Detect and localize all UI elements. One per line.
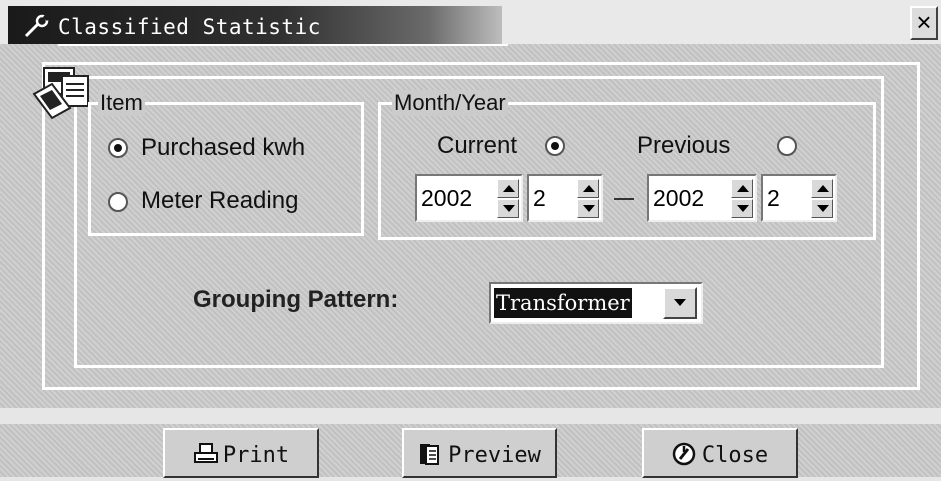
- from-month-value[interactable]: 2: [533, 185, 546, 212]
- close-circle-icon: [672, 442, 696, 466]
- to-year-up-button[interactable]: [731, 179, 753, 198]
- range-separator: [614, 198, 634, 200]
- to-month-up-button[interactable]: [811, 179, 833, 198]
- preview-button-content: Preview: [404, 442, 555, 468]
- to-month-value[interactable]: 2: [767, 185, 780, 212]
- from-year-down-button[interactable]: [497, 199, 519, 218]
- from-month-spinner[interactable]: 2: [527, 174, 603, 222]
- from-year-value[interactable]: 2002: [421, 185, 472, 212]
- item-group-label: Item: [98, 90, 145, 116]
- to-month-down-button[interactable]: [811, 199, 833, 218]
- arrow-up-icon: [583, 185, 595, 192]
- print-button[interactable]: Print: [163, 428, 319, 478]
- from-year-spinner[interactable]: 2002: [415, 174, 523, 222]
- arrow-down-icon: [503, 205, 515, 212]
- arrow-down-icon: [737, 205, 749, 212]
- chevron-down-icon: [674, 299, 686, 306]
- print-button-content: Print: [165, 442, 317, 468]
- grouping-dropdown-button[interactable]: [663, 287, 697, 319]
- to-year-value[interactable]: 2002: [653, 185, 704, 212]
- from-year-spin-buttons: [497, 179, 519, 219]
- close-button[interactable]: Close: [642, 428, 798, 478]
- from-month-up-button[interactable]: [577, 179, 599, 198]
- grouping-pattern-combobox[interactable]: Transformer: [489, 282, 703, 324]
- close-button-content: Close: [644, 442, 796, 468]
- preview-button-label: Preview: [448, 443, 541, 468]
- current-label[interactable]: Current: [437, 132, 517, 160]
- print-button-label: Print: [222, 443, 290, 468]
- arrow-up-icon: [737, 185, 749, 192]
- title-bar: Classified Statistic ×: [0, 0, 941, 46]
- item-group: [88, 102, 364, 236]
- purchased-kwh-label[interactable]: Purchased kwh: [141, 134, 305, 162]
- title-underline: [58, 44, 508, 46]
- classified-statistic-window: Classified Statistic × Item Purchased kw…: [0, 0, 941, 481]
- arrow-up-icon: [817, 185, 829, 192]
- current-radio[interactable]: [545, 136, 565, 156]
- from-year-up-button[interactable]: [497, 179, 519, 198]
- window-title: Classified Statistic: [58, 15, 321, 39]
- close-button-label: Close: [701, 443, 769, 468]
- preview-pages-icon: [420, 444, 440, 465]
- to-year-down-button[interactable]: [731, 199, 753, 218]
- purchased-kwh-radio[interactable]: [108, 138, 128, 158]
- arrow-up-icon: [503, 185, 515, 192]
- to-year-spinner[interactable]: 2002: [647, 174, 757, 222]
- from-month-spin-buttons: [577, 179, 599, 219]
- to-month-spinner[interactable]: 2: [761, 174, 837, 222]
- report-forms-icon: [32, 67, 89, 120]
- arrow-down-icon: [583, 205, 595, 212]
- to-year-spin-buttons: [731, 179, 753, 219]
- wrench-icon: [24, 14, 50, 38]
- grouping-pattern-value[interactable]: Transformer: [493, 287, 633, 319]
- printer-icon: [193, 443, 218, 463]
- meter-reading-radio[interactable]: [108, 192, 128, 212]
- preview-button[interactable]: Preview: [402, 428, 557, 478]
- month-year-group-label: Month/Year: [392, 90, 508, 116]
- grouping-pattern-label: Grouping Pattern:: [193, 286, 399, 313]
- arrow-down-icon: [817, 205, 829, 212]
- meter-reading-label[interactable]: Meter Reading: [141, 187, 298, 215]
- window-close-button[interactable]: ×: [910, 6, 938, 40]
- previous-label[interactable]: Previous: [637, 132, 730, 160]
- button-bar-divider: [0, 408, 941, 424]
- to-month-spin-buttons: [811, 179, 833, 219]
- title-box: Classified Statistic: [8, 6, 508, 46]
- from-month-down-button[interactable]: [577, 199, 599, 218]
- previous-radio[interactable]: [777, 136, 797, 156]
